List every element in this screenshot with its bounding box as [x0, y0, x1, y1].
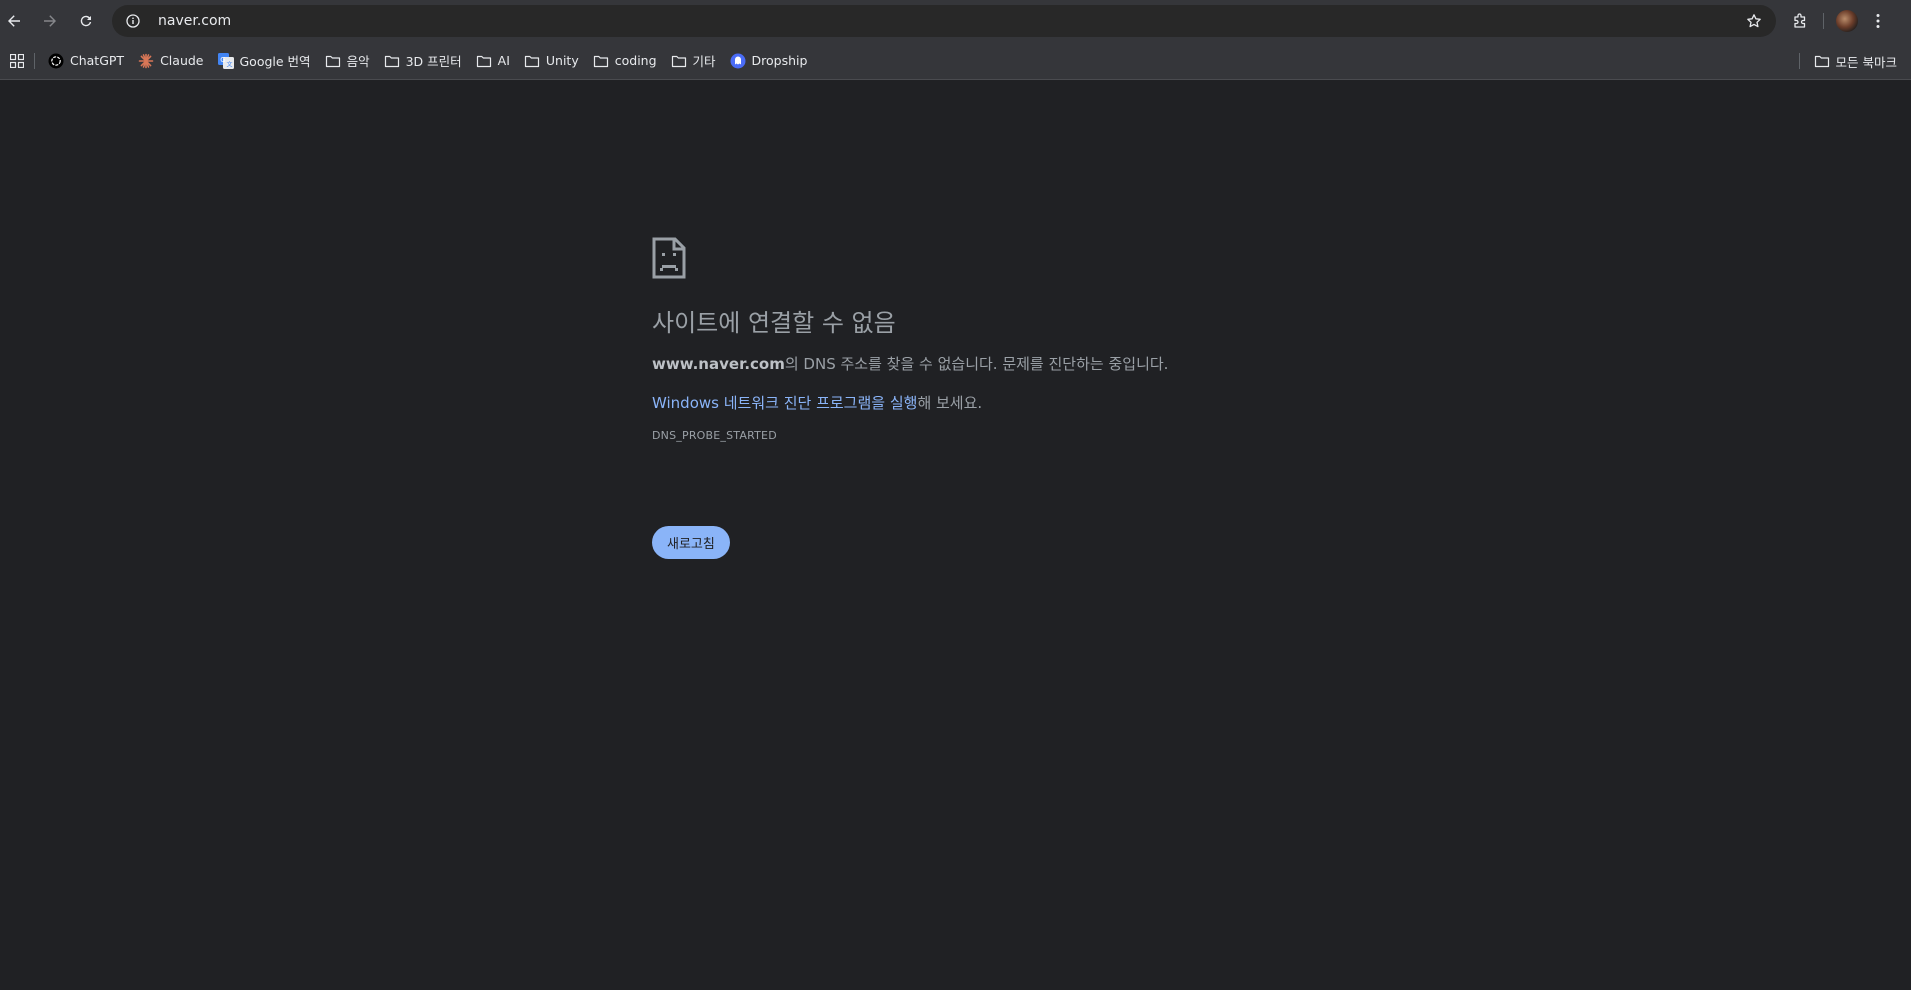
star-icon	[1747, 14, 1761, 28]
error-suggestion-suffix: 해 보세요.	[917, 394, 983, 412]
bookmark-folder-3d-printer[interactable]: 3D 프린터	[377, 47, 469, 75]
info-icon	[126, 14, 140, 28]
bookmarks-separator	[1798, 53, 1800, 69]
site-info-button[interactable]	[121, 9, 145, 33]
back-button[interactable]	[0, 3, 32, 39]
bookmark-folder-coding[interactable]: coding	[586, 47, 664, 75]
bookmarks-separator	[34, 52, 35, 69]
toolbar-separator	[1823, 13, 1824, 29]
bookmark-folder-etc[interactable]: 기타	[664, 47, 723, 75]
bookmark-google-translate[interactable]: G文 Google 번역	[211, 47, 318, 75]
browser-toolbar: naver.com	[0, 0, 1911, 42]
error-title: 사이트에 연결할 수 없음	[652, 309, 896, 337]
folder-icon	[325, 53, 341, 69]
folder-icon	[671, 53, 687, 69]
all-bookmarks-area: 모든 북마크	[1791, 47, 1901, 75]
error-suggestion: Windows 네트워크 진단 프로그램을 실행해 보세요.	[652, 392, 1272, 414]
toolbar-actions	[1782, 3, 1891, 39]
folder-icon	[593, 53, 609, 69]
bookmark-label: Unity	[545, 53, 579, 68]
profile-button[interactable]	[1829, 3, 1865, 39]
all-bookmarks-button[interactable]: 모든 북마크	[1810, 47, 1901, 75]
dropship-logo-icon	[730, 53, 746, 69]
back-arrow-icon	[8, 15, 20, 27]
error-domain: www.naver.com	[652, 355, 785, 373]
google-translate-icon: G文	[217, 52, 234, 69]
avatar	[1836, 10, 1858, 32]
bookmark-folder-ai[interactable]: AI	[469, 47, 517, 75]
bookmark-label: 음악	[346, 54, 370, 69]
extensions-button[interactable]	[1782, 3, 1818, 39]
forward-button[interactable]	[32, 3, 68, 39]
claude-logo-icon	[138, 53, 154, 69]
reload-page-button[interactable]: 새로고침	[652, 526, 730, 559]
folder-icon	[524, 53, 540, 69]
apps-button[interactable]	[4, 47, 30, 75]
bookmark-folder-unity[interactable]: Unity	[517, 47, 586, 75]
bookmark-folder-music[interactable]: 음악	[318, 47, 377, 75]
bookmark-chatgpt[interactable]: ChatGPT	[41, 47, 131, 75]
bookmark-label: ChatGPT	[70, 53, 125, 68]
error-content: 사이트에 연결할 수 없음 www.naver.com의 DNS 주소를 찾을 …	[652, 237, 1272, 559]
menu-button[interactable]	[1865, 3, 1891, 39]
error-message-text: 의 DNS 주소를 찾을 수 없습니다. 문제를 진단하는 중입니다.	[784, 355, 1169, 373]
folder-icon	[384, 53, 400, 69]
svg-text:G: G	[220, 56, 225, 64]
reload-button[interactable]	[68, 3, 104, 39]
bookmark-label: coding	[614, 53, 657, 68]
reload-icon	[80, 15, 92, 27]
kebab-menu-icon	[1876, 14, 1880, 28]
bookmark-label: Google 번역	[239, 54, 311, 69]
address-bar[interactable]: naver.com	[112, 5, 1776, 37]
all-bookmarks-label: 모든 북마크	[1835, 54, 1897, 70]
svg-text:文: 文	[226, 60, 232, 68]
bookmark-label: 3D 프린터	[405, 54, 462, 69]
folder-icon	[1814, 53, 1830, 69]
error-message: www.naver.com의 DNS 주소를 찾을 수 없습니다. 문제를 진단…	[652, 353, 1272, 375]
sad-page-icon	[652, 237, 686, 279]
apps-grid-icon	[10, 53, 24, 68]
bookmark-claude[interactable]: Claude	[131, 47, 210, 75]
forward-arrow-icon	[44, 15, 56, 27]
bookmark-label: AI	[497, 53, 510, 68]
bookmarks-bar: ChatGPT Claude G文 Google 번역 음악 3D 프린터 AI…	[0, 42, 1911, 80]
chatgpt-logo-icon	[48, 53, 64, 69]
bookmark-star-button[interactable]	[1742, 9, 1766, 33]
bookmark-label: 기타	[692, 54, 716, 69]
folder-icon	[476, 53, 492, 69]
bookmark-dropship[interactable]: Dropship	[723, 47, 815, 75]
bookmark-label: Claude	[160, 53, 204, 68]
network-diagnostics-link[interactable]: Windows 네트워크 진단 프로그램을 실행	[652, 394, 917, 412]
error-code: DNS_PROBE_STARTED	[652, 429, 777, 442]
url-text[interactable]: naver.com	[158, 13, 231, 29]
puzzle-icon	[1794, 13, 1806, 28]
bookmark-label: Dropship	[751, 53, 808, 68]
